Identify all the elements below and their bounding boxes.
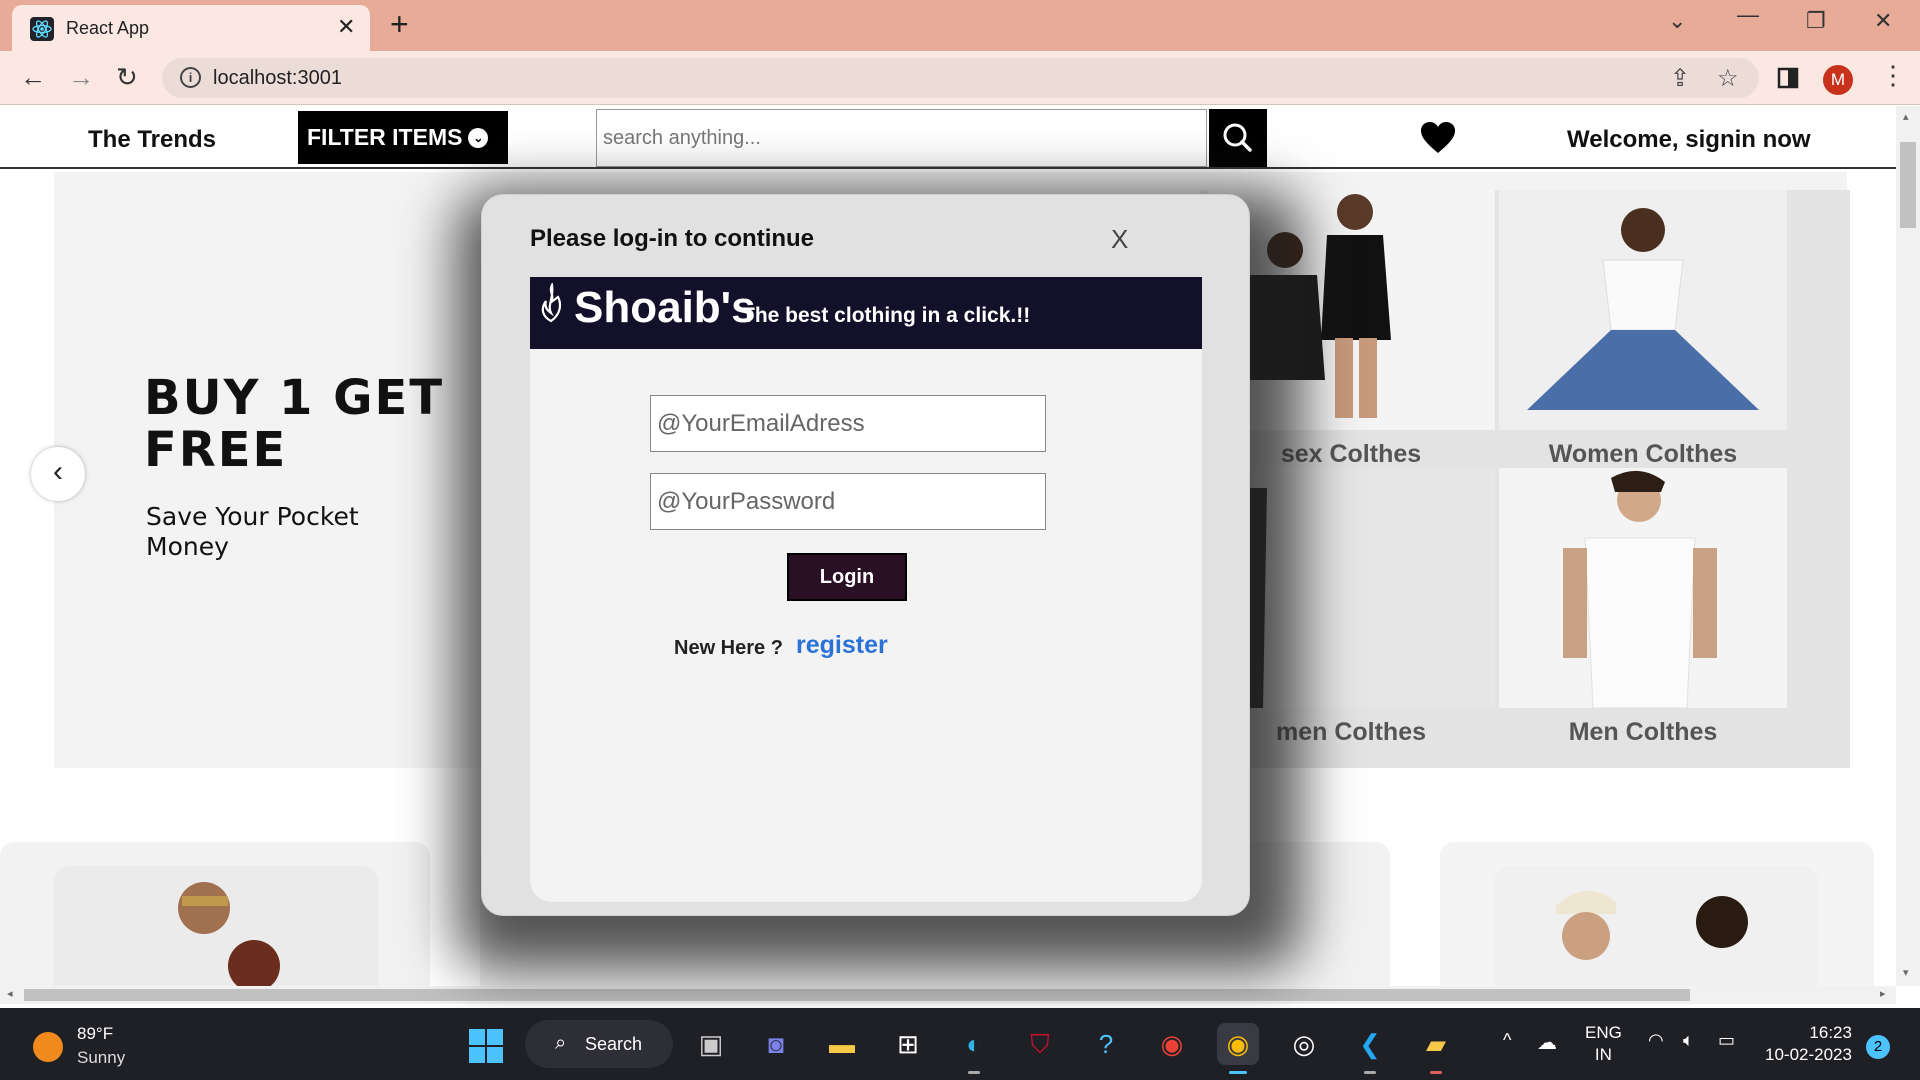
flame-logo-icon <box>541 283 562 323</box>
heart-icon[interactable] <box>1420 121 1456 155</box>
vscode-icon[interactable]: ❮ <box>1349 1023 1391 1074</box>
system-clock[interactable]: 16:23 10-02-2023 <box>1765 1022 1852 1066</box>
chevron-down-icon: ⌄ <box>468 128 489 148</box>
category-photo <box>1499 468 1787 708</box>
files-icon[interactable]: ▰ <box>1415 1023 1457 1074</box>
notification-badge[interactable]: 2 <box>1866 1035 1890 1059</box>
modal-body: Shoaib's The best clothing in a click.!!… <box>530 277 1202 902</box>
profile-avatar[interactable]: M <box>1823 65 1853 95</box>
github-icon[interactable]: ◎ <box>1283 1023 1325 1065</box>
filter-items-button[interactable]: FILTER ITEMS ⌄ <box>298 111 508 164</box>
clock-date: 10-02-2023 <box>1765 1045 1852 1064</box>
bookmark-star-icon[interactable]: ☆ <box>1717 64 1739 93</box>
task-view-icon[interactable]: ▣ <box>690 1023 732 1065</box>
tab-search-icon[interactable]: ⌄ <box>1668 8 1686 34</box>
category-label: Men Colthes <box>1568 718 1718 746</box>
edge-icon[interactable]: ◐ <box>953 1023 995 1074</box>
windows-start-icon[interactable] <box>469 1029 503 1063</box>
search-button[interactable] <box>1209 109 1267 167</box>
register-link[interactable]: register <box>796 631 888 660</box>
share-icon[interactable]: ⇪ <box>1670 64 1690 93</box>
taskbar-search[interactable]: ⌕ Search <box>525 1020 673 1068</box>
search-icon: ⌕ <box>555 1032 567 1054</box>
site-brand[interactable]: The Trends <box>88 126 216 154</box>
signin-link[interactable]: Welcome, signin now <box>1567 126 1811 154</box>
react-icon <box>30 17 54 41</box>
language-code: ENG <box>1585 1023 1622 1042</box>
minimize-icon[interactable]: — <box>1737 2 1759 28</box>
tab-title: React App <box>66 18 150 38</box>
carousel-prev-button[interactable]: ‹ <box>31 447 85 501</box>
region-code: IN <box>1594 1045 1612 1064</box>
chrome-active-icon[interactable]: ◉ <box>1217 1023 1259 1074</box>
brand-name: Shoaib's <box>574 283 756 332</box>
login-button[interactable]: Login <box>787 553 907 601</box>
brand-banner: Shoaib's The best clothing in a click.!! <box>530 277 1202 349</box>
new-tab-button[interactable]: + <box>390 8 409 40</box>
reload-icon[interactable]: ↻ <box>116 64 138 90</box>
product-photo <box>1494 866 1818 986</box>
password-field[interactable] <box>650 473 1046 530</box>
hero-headline: BUY 1 GET FREE <box>144 370 445 478</box>
scroll-up-icon[interactable]: ▴ <box>1903 110 1909 123</box>
side-panel-icon[interactable] <box>1777 67 1799 89</box>
language-indicator[interactable]: ENG IN <box>1585 1022 1622 1066</box>
vertical-scrollbar[interactable]: ▴ ▾ <box>1896 106 1920 986</box>
tray-chevron-up-icon[interactable]: ^ <box>1503 1030 1511 1051</box>
battery-icon[interactable]: ▭ <box>1718 1030 1735 1051</box>
filter-label: FILTER ITEMS <box>307 124 463 150</box>
browser-toolbar: ← → ↻ i localhost:3001 ⇪ ☆ M ⋮ <box>0 51 1920 105</box>
url-text[interactable]: localhost:3001 <box>213 67 342 90</box>
help-icon[interactable]: ? <box>1085 1023 1127 1065</box>
scroll-right-icon[interactable]: ▸ <box>1880 987 1886 1000</box>
windows-taskbar: 89°F Sunny ⌕ Search ▣ ◙ ▬ ⊞ ◐ ⛉ ? ◉ ◉ ◎ … <box>0 1008 1920 1080</box>
scroll-left-icon[interactable]: ◂ <box>7 987 13 1000</box>
hero-subline: Save Your Pocket Money <box>146 502 359 561</box>
window-close-icon[interactable]: ✕ <box>1874 8 1892 34</box>
new-here-label: New Here ? <box>674 637 783 659</box>
login-modal: Please log-in to continue X Shoaib's The… <box>481 194 1250 916</box>
scroll-down-icon[interactable]: ▾ <box>1903 966 1909 979</box>
weather-temperature[interactable]: 89°F <box>77 1024 113 1044</box>
search-input[interactable] <box>596 109 1207 167</box>
search-icon <box>1223 123 1252 152</box>
modal-close-button[interactable]: X <box>1111 224 1128 255</box>
category-card-men[interactable]: Men Colthes <box>1499 468 1787 747</box>
clock-time: 16:23 <box>1809 1023 1852 1042</box>
mcafee-icon[interactable]: ⛉ <box>1019 1023 1061 1065</box>
site-info-icon[interactable]: i <box>180 67 201 88</box>
onedrive-cloud-icon[interactable]: ☁ <box>1537 1030 1557 1055</box>
browser-tab[interactable]: React App ✕ <box>12 5 370 51</box>
category-label: Women Colthes <box>1548 440 1738 468</box>
horizontal-scrollbar[interactable]: ◂ ▸ <box>0 986 1896 1004</box>
store-icon[interactable]: ⊞ <box>887 1023 929 1065</box>
sun-icon[interactable] <box>33 1032 63 1062</box>
brand-tagline: The best clothing in a click.!! <box>742 304 1031 327</box>
volume-icon[interactable]: 🔈︎ <box>1683 1030 1694 1051</box>
email-field[interactable] <box>650 395 1046 452</box>
address-bar[interactable]: i localhost:3001 ⇪ ☆ <box>162 58 1759 98</box>
modal-title: Please log-in to continue <box>530 225 815 252</box>
product-photo <box>54 866 378 986</box>
product-card[interactable] <box>1440 842 1874 986</box>
weather-condition[interactable]: Sunny <box>77 1048 125 1068</box>
horizontal-scroll-thumb[interactable] <box>24 989 1690 1001</box>
category-card-women[interactable]: Women Colthes <box>1499 190 1787 469</box>
browser-tab-strip: React App ✕ + ⌄ — ❐ ✕ <box>0 0 1920 51</box>
site-navbar: The Trends FILTER ITEMS⌄ Welcome, signin… <box>0 106 1896 169</box>
taskbar-search-label: Search <box>585 1034 643 1054</box>
tab-close-icon[interactable]: ✕ <box>337 14 355 40</box>
chrome-icon[interactable]: ◉ <box>1151 1023 1193 1065</box>
back-arrow-icon[interactable]: ← <box>20 64 46 90</box>
menu-dots-icon[interactable]: ⋮ <box>1880 62 1906 88</box>
forward-arrow-icon[interactable]: → <box>68 64 94 90</box>
teams-icon[interactable]: ◙ <box>755 1023 797 1065</box>
folder-icon[interactable]: ▬ <box>821 1023 863 1065</box>
category-photo <box>1499 190 1787 430</box>
product-card[interactable] <box>0 842 430 986</box>
restore-icon[interactable]: ❐ <box>1806 8 1826 34</box>
wifi-icon[interactable]: ◠ <box>1648 1030 1664 1051</box>
vertical-scroll-thumb[interactable] <box>1900 142 1916 228</box>
